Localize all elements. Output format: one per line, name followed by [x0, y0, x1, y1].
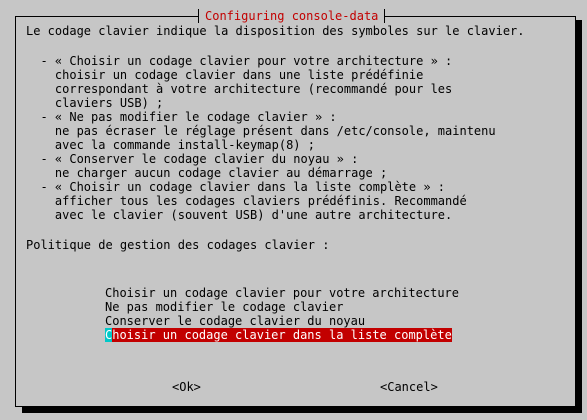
policy-prompt: Politique de gestion des codages clavier…	[26, 238, 330, 252]
dialog-shadow-bottom	[22, 407, 582, 413]
ok-button[interactable]: <Ok>	[172, 380, 201, 394]
help-line: avec le clavier (souvent USB) d'une autr…	[26, 208, 453, 222]
selected-option-label: hoisir un codage clavier dans la liste c…	[112, 328, 452, 342]
option-full-list-selected[interactable]: Choisir un codage clavier dans la liste …	[105, 328, 452, 342]
dialog-shadow-right	[576, 20, 582, 412]
help-line: - « Ne pas modifier le codage clavier » …	[26, 110, 337, 124]
help-line: - « Choisir un codage clavier dans la li…	[26, 180, 446, 194]
option-architecture[interactable]: Choisir un codage clavier pour votre arc…	[105, 286, 459, 300]
option-keep-current[interactable]: Ne pas modifier le codage clavier	[105, 300, 343, 314]
help-line: avec la commande install-keymap(8) ;	[26, 138, 315, 152]
help-line: afficher tous les codages claviers prédé…	[26, 194, 467, 208]
help-line: - « Choisir un codage clavier pour votre…	[26, 54, 453, 68]
help-line: ne pas écraser le réglage présent dans /…	[26, 124, 496, 138]
console-dialog: Configuring console-data Le codage clavi…	[0, 0, 587, 420]
help-line: ne charger aucun codage clavier au démar…	[26, 166, 388, 180]
help-line: choisir un codage clavier dans une liste…	[26, 68, 424, 82]
option-kernel-keymap[interactable]: Conserver le codage clavier du noyau	[105, 314, 365, 328]
help-line: claviers USB) ;	[26, 96, 164, 110]
dialog-title: Configuring console-data	[198, 9, 386, 23]
help-line: correspondant à votre architecture (reco…	[26, 82, 453, 96]
help-line: - « Conserver le codage clavier du noyau…	[26, 152, 359, 166]
cancel-button[interactable]: <Cancel>	[380, 380, 438, 394]
intro-text: Le codage clavier indique la disposition…	[26, 24, 525, 38]
